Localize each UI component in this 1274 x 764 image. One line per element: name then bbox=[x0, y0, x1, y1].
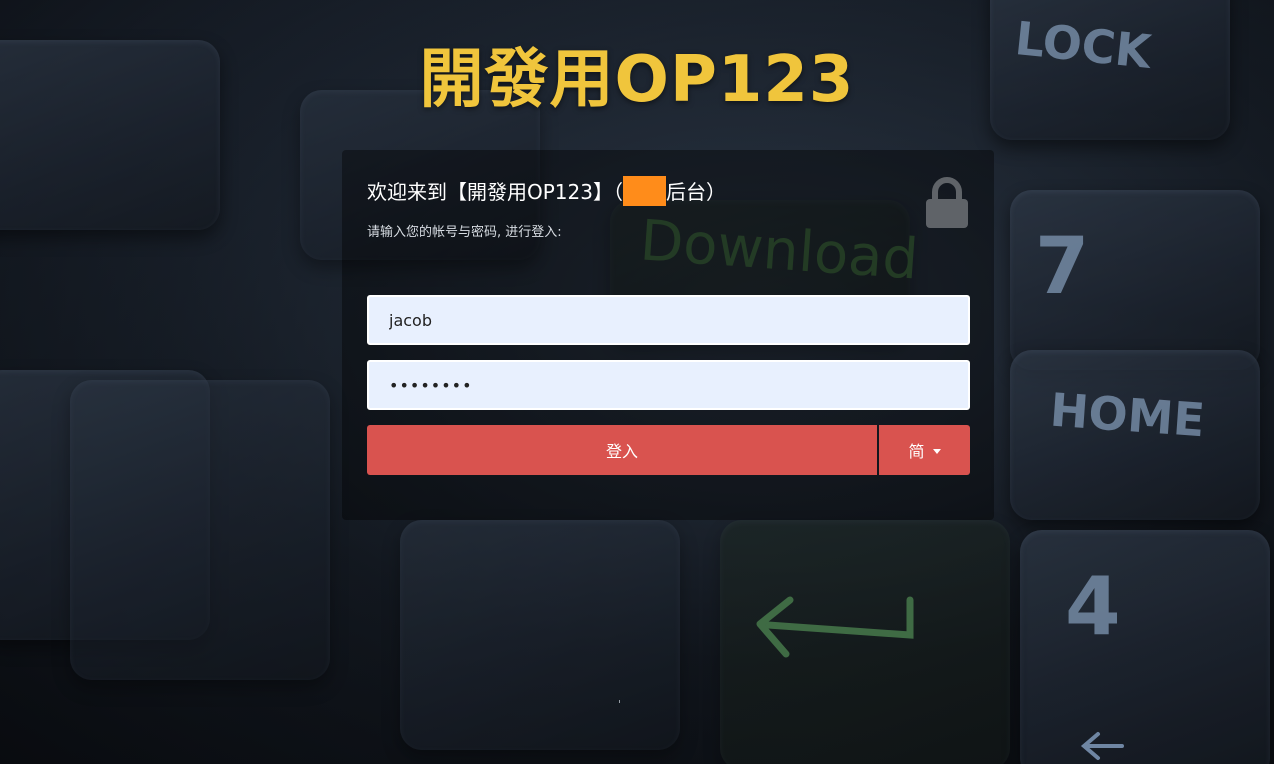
highlight-block bbox=[622, 176, 666, 206]
welcome-heading: 欢迎来到【開發用OP123】（ 后台） bbox=[367, 176, 726, 206]
bg-key-label: HOME bbox=[1048, 382, 1207, 448]
arrow-left-icon bbox=[1080, 732, 1124, 760]
password-input[interactable] bbox=[367, 360, 970, 410]
bg-key bbox=[400, 520, 680, 750]
welcome-prefix: 欢迎来到【開發用OP123】（ bbox=[367, 180, 623, 204]
bg-key bbox=[70, 380, 330, 680]
login-button[interactable]: 登入 bbox=[367, 425, 877, 475]
divider-dot bbox=[619, 700, 620, 703]
site-title: 開發用OP123 bbox=[419, 43, 855, 117]
language-label: 简 bbox=[908, 442, 925, 461]
language-dropdown-button[interactable]: 简 bbox=[879, 425, 970, 475]
enter-arrow-icon bbox=[756, 596, 914, 658]
caret-down-icon bbox=[932, 448, 941, 454]
bg-key-label: 7 bbox=[1035, 222, 1090, 312]
lock-icon bbox=[926, 177, 968, 228]
welcome-suffix: 后台） bbox=[665, 180, 726, 204]
bg-key-label: 4 bbox=[1065, 560, 1121, 653]
login-instructions: 请输入您的帐号与密码, 进行登入: bbox=[367, 225, 562, 240]
bg-key bbox=[1020, 530, 1270, 764]
username-input[interactable] bbox=[367, 295, 970, 345]
login-panel: 欢迎来到【開發用OP123】（后台） 请输入您的帐号与密码, 进行登入: 登入 … bbox=[342, 150, 994, 520]
